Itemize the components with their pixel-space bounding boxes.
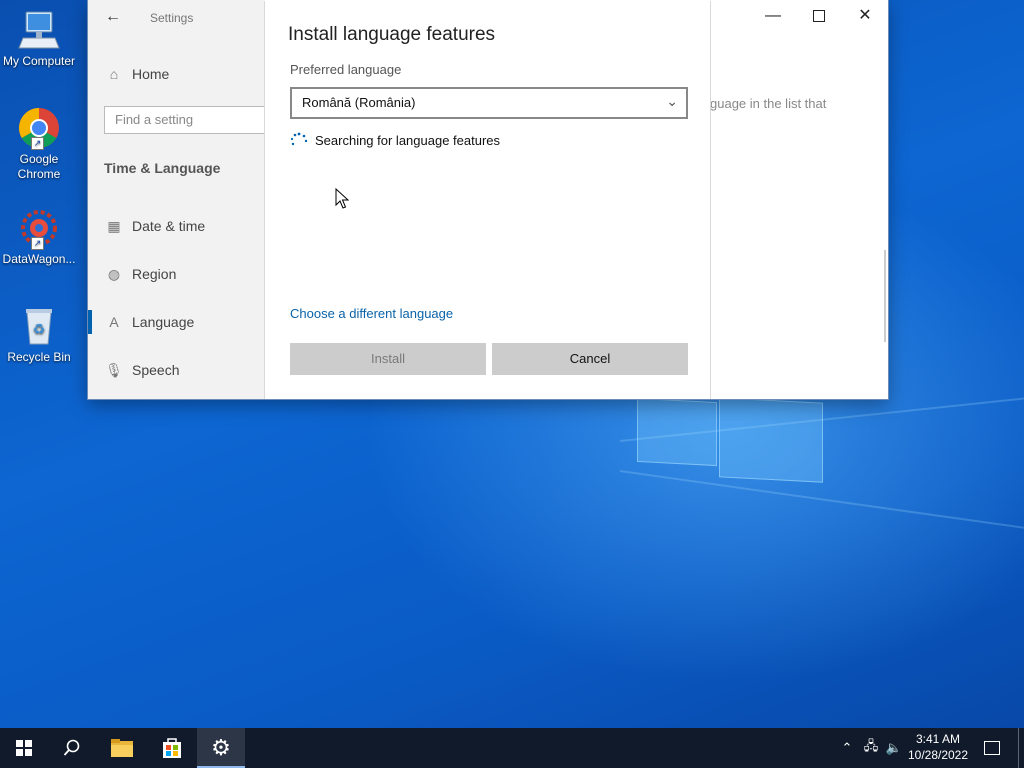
gear-icon: ⚙ (211, 735, 231, 760)
windows-logo-icon (16, 740, 32, 756)
search-button[interactable] (48, 728, 96, 768)
cancel-button[interactable]: Cancel (492, 343, 688, 375)
settings-window: ← Settings ⌂ Home Find a setting Time & L… (88, 0, 888, 399)
taskbar: ⚙ ⌃ 🖧 🔈 3:41 AM 10/28/2022 (0, 728, 1024, 768)
sidebar-item-home[interactable]: ⌂ Home (104, 66, 170, 82)
minimize-button[interactable]: — (750, 0, 796, 32)
maximize-button[interactable] (796, 0, 842, 32)
sidebar-item-language[interactable]: A Language (104, 314, 194, 330)
sidebar-item-date-time[interactable]: ▦ Date & time (104, 218, 205, 235)
network-icon: 🖧 (863, 738, 879, 753)
sidebar-item-label: Region (132, 266, 177, 282)
home-icon: ⌂ (109, 66, 119, 82)
sidebar-item-label: Speech (132, 362, 180, 378)
install-language-dialog: Install language features Preferred lang… (264, 1, 711, 399)
section-title: Time & Language (104, 160, 221, 176)
show-hidden-icons-button[interactable]: ⌃ (838, 728, 856, 768)
search-icon (63, 739, 80, 756)
loading-spinner-icon (290, 132, 308, 150)
computer-icon (17, 8, 61, 52)
clock-date: 10/28/2022 (907, 748, 969, 762)
wallpaper-beam (619, 470, 1024, 570)
dialog-title: Install language features (288, 24, 496, 45)
background-description-text: guage in the list that (710, 96, 827, 111)
volume-tray-button[interactable]: 🔈 (884, 728, 904, 768)
file-explorer-button[interactable] (98, 728, 146, 768)
selected-indicator (88, 310, 92, 334)
start-button[interactable] (0, 728, 48, 768)
wallpaper-logo-pane (719, 397, 823, 483)
chrome-icon: ↗ (17, 106, 61, 150)
sidebar-item-region[interactable]: ◍ Region (104, 266, 176, 283)
desktop-icon-google-chrome[interactable]: ↗ Google Chrome (0, 106, 78, 182)
status-text: Searching for language features (315, 133, 501, 148)
sidebar-item-label: Language (132, 314, 195, 330)
desktop-icon-recycle-bin[interactable]: ♻ Recycle Bin (0, 304, 78, 365)
choose-different-language-link[interactable]: Choose a different language (290, 306, 453, 321)
desktop-icon-my-computer[interactable]: My Computer (0, 8, 78, 69)
preferred-language-label: Preferred language (290, 62, 402, 77)
close-icon: ✕ (858, 7, 872, 24)
sidebar-item-label: Date & time (132, 218, 206, 234)
window-title: Settings (150, 11, 194, 25)
desktop-icon-label: Recycle Bin (7, 350, 71, 364)
store-icon (163, 738, 181, 758)
desktop-icon-label: Google Chrome (17, 152, 61, 181)
shortcut-arrow-icon: ↗ (31, 237, 44, 250)
shortcut-arrow-icon: ↗ (31, 137, 44, 150)
chevron-down-icon: ⌄ (666, 93, 678, 109)
find-setting-input[interactable]: Find a setting (104, 106, 274, 134)
desktop-icon-datawagon[interactable]: ↗ DataWagon... (0, 206, 78, 267)
action-center-button[interactable] (978, 728, 1006, 768)
minimize-icon: — (765, 7, 781, 24)
back-arrow-icon[interactable]: ← (105, 8, 121, 26)
svg-text:♻: ♻ (33, 321, 46, 337)
volume-icon: 🔈 (885, 740, 903, 755)
show-desktop-button[interactable] (1018, 728, 1019, 768)
selected-language-value: Română (România) (302, 95, 416, 110)
sidebar-item-speech[interactable]: 🎙 Speech (104, 362, 179, 379)
microphone-icon: 🎙 (105, 362, 123, 378)
maximize-icon (813, 9, 825, 22)
install-button[interactable]: Install (290, 343, 486, 375)
mouse-cursor-icon (335, 187, 350, 215)
network-tray-button[interactable]: 🖧 (860, 728, 882, 768)
notification-icon (984, 741, 1000, 755)
settings-sidebar: ← Settings ⌂ Home Find a setting Time & L… (88, 0, 274, 399)
datawagon-icon: ↗ (17, 206, 61, 250)
desktop-icon-label: My Computer (2, 54, 76, 68)
calendar-clock-icon: ▦ (107, 218, 121, 234)
folder-icon (111, 739, 133, 757)
store-button[interactable] (148, 728, 196, 768)
clock[interactable]: 3:41 AM 10/28/2022 (906, 731, 970, 763)
close-button[interactable]: ✕ (842, 0, 888, 32)
settings-taskbar-button[interactable]: ⚙ (197, 728, 245, 768)
globe-icon: ◍ (107, 266, 121, 282)
scrollbar[interactable] (884, 250, 886, 342)
language-dropdown[interactable]: Română (România) ⌄ (290, 87, 688, 119)
sidebar-item-label: Home (132, 66, 170, 82)
desktop-icon-label: DataWagon... (2, 252, 76, 266)
recycle-bin-icon: ♻ (17, 304, 61, 348)
chevron-up-icon: ⌃ (841, 740, 853, 755)
language-icon: A (109, 314, 119, 330)
clock-time: 3:41 AM (915, 732, 961, 746)
